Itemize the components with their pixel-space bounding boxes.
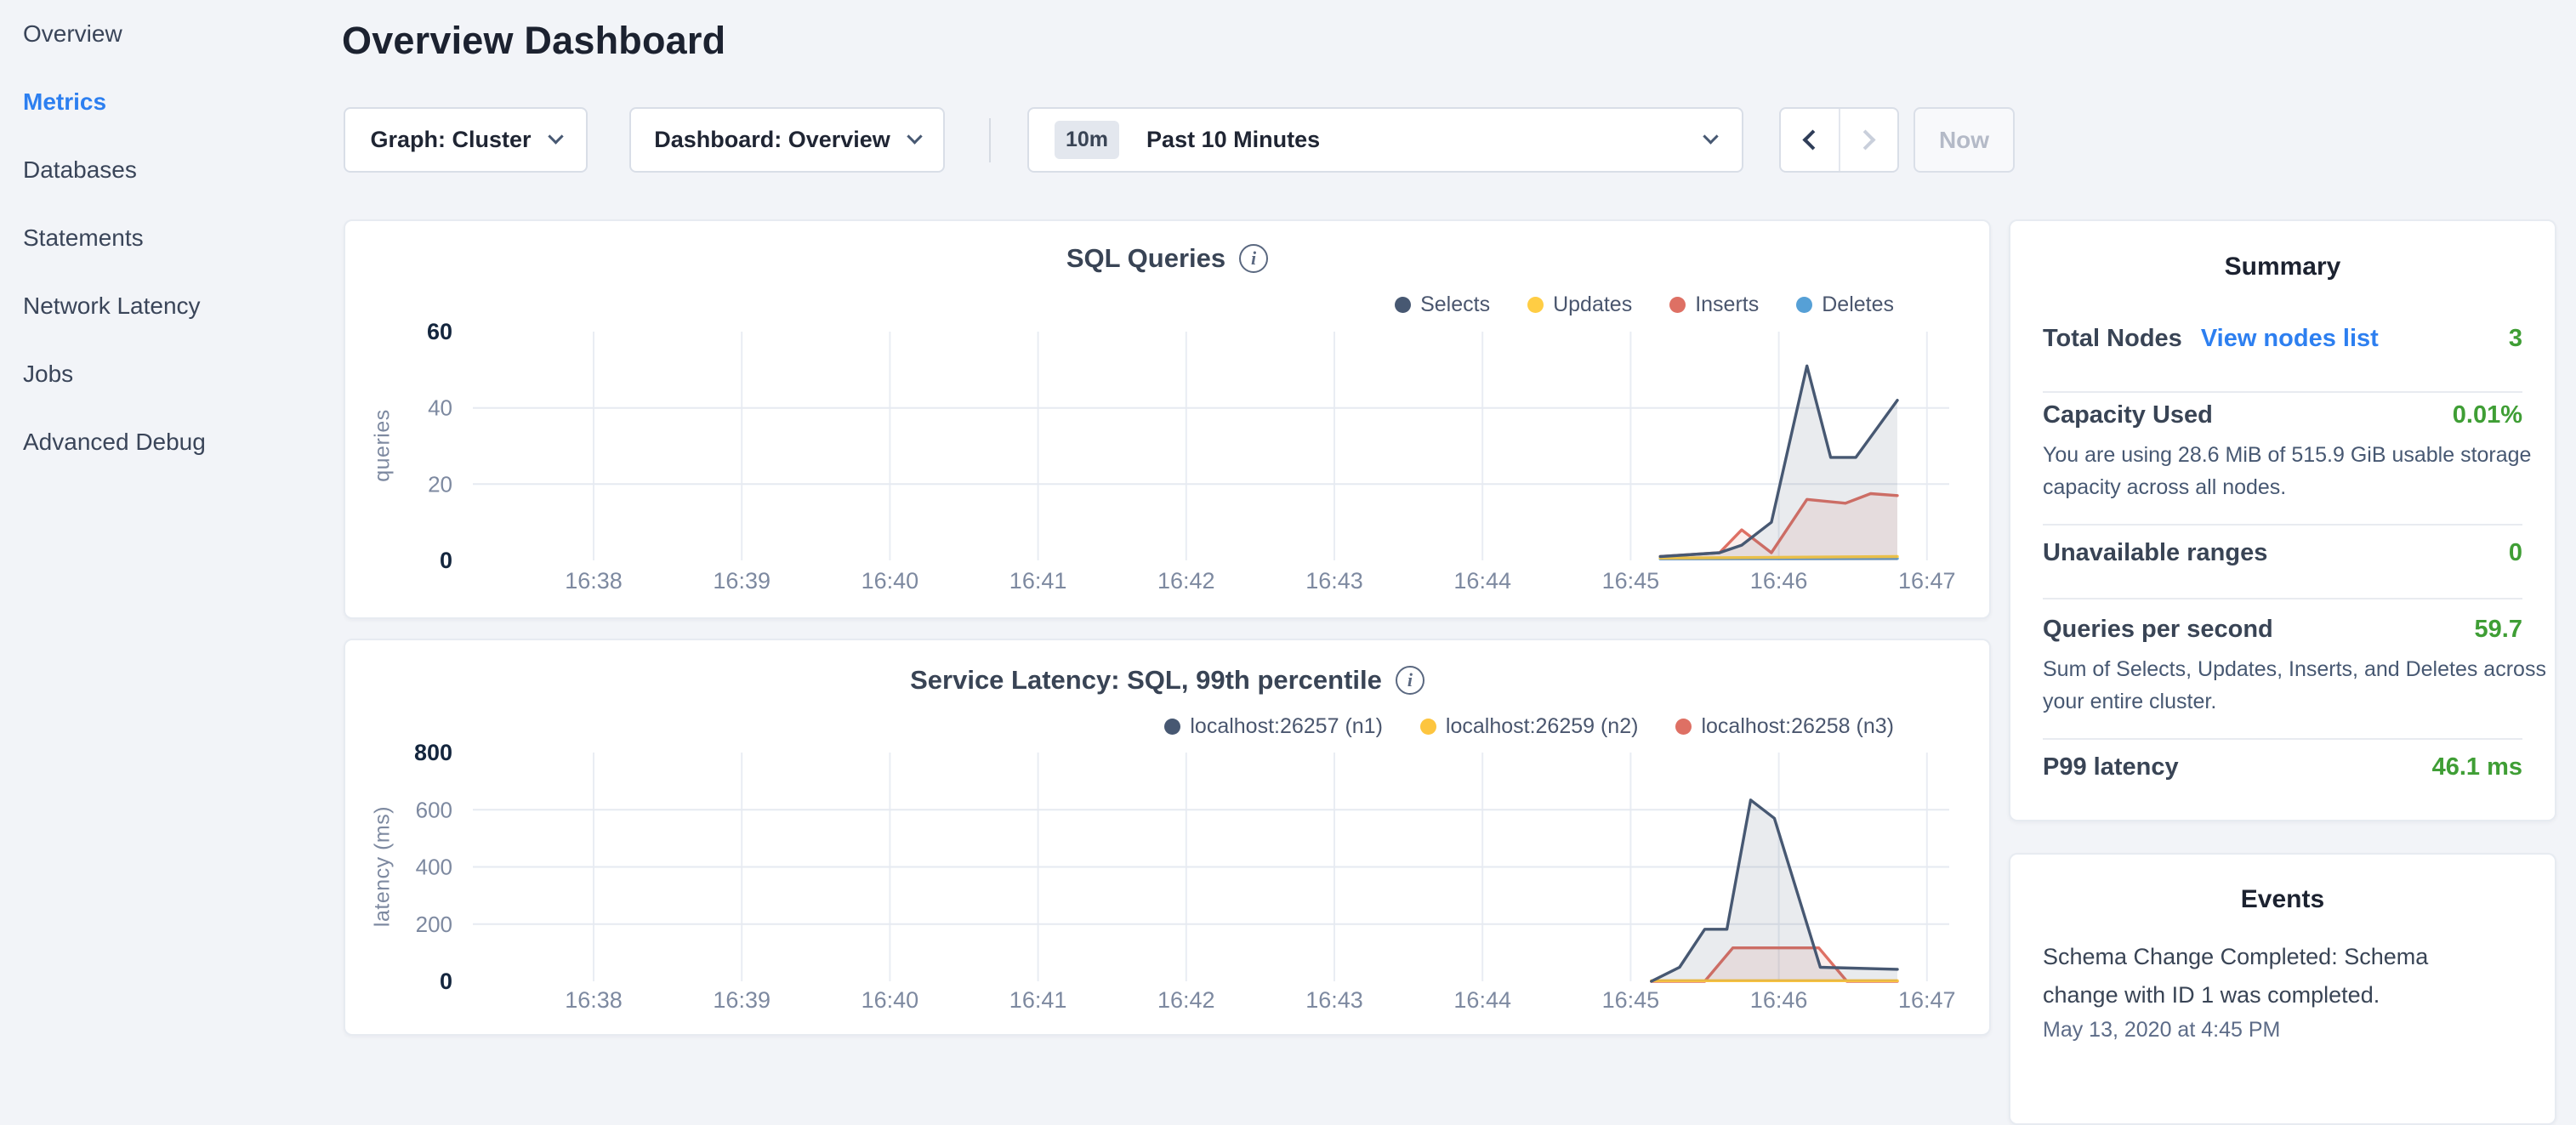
summary-panel: Summary Total Nodes View nodes list 3 Ca… bbox=[2009, 219, 2556, 821]
summary-label: Unavailable ranges bbox=[2043, 539, 2267, 567]
time-window-label: Past 10 Minutes bbox=[1146, 127, 1320, 153]
summary-value: 0.01% bbox=[2453, 401, 2522, 429]
y-tick-label: 600 bbox=[416, 797, 452, 822]
chevron-down-icon bbox=[1703, 128, 1718, 144]
y-tick-label: 40 bbox=[428, 395, 452, 421]
time-window-badge: 10m bbox=[1055, 121, 1119, 159]
dashboard-selector-dropdown[interactable]: Dashboard: Overview bbox=[629, 107, 945, 173]
sidebar-item-jobs[interactable]: Jobs bbox=[0, 340, 323, 408]
x-tick-label: 16:46 bbox=[1750, 568, 1808, 594]
time-window-dropdown[interactable]: 10m Past 10 Minutes bbox=[1027, 107, 1743, 173]
chevron-left-icon bbox=[1803, 129, 1823, 150]
service-latency-chart-card: Service Latency: SQL, 99th percentile i … bbox=[344, 639, 1991, 1036]
sidebar: Overview Metrics Databases Statements Ne… bbox=[0, 0, 323, 1051]
next-range-button[interactable] bbox=[1840, 109, 1898, 171]
x-tick-label: 16:38 bbox=[565, 568, 623, 594]
y-tick-label: 200 bbox=[416, 912, 452, 937]
events-title: Events bbox=[2010, 885, 2555, 914]
summary-label: P99 latency bbox=[2043, 753, 2179, 781]
x-tick-label: 16:46 bbox=[1750, 987, 1808, 1013]
summary-value: 3 bbox=[2509, 325, 2522, 353]
x-tick-label: 16:39 bbox=[713, 987, 771, 1013]
view-nodes-list-link[interactable]: View nodes list bbox=[2201, 325, 2379, 353]
divider bbox=[2043, 391, 2522, 393]
event-message[interactable]: Schema Change Completed: Schema change w… bbox=[2043, 938, 2451, 1014]
sidebar-item-metrics[interactable]: Metrics bbox=[0, 68, 323, 136]
x-tick-label: 16:43 bbox=[1305, 568, 1363, 594]
x-tick-label: 16:40 bbox=[862, 987, 919, 1013]
divider bbox=[2043, 598, 2522, 599]
summary-row-total-nodes: Total Nodes View nodes list 3 bbox=[2043, 325, 2522, 353]
chevron-down-icon bbox=[907, 128, 922, 144]
y-tick-label: 800 bbox=[414, 740, 452, 765]
summary-row-p99-latency: P99 latency 46.1 ms bbox=[2043, 753, 2522, 781]
summary-description: Sum of Selects, Updates, Inserts, and De… bbox=[2043, 653, 2553, 718]
summary-value: 0 bbox=[2509, 539, 2522, 567]
x-tick-label: 16:38 bbox=[565, 987, 623, 1013]
x-tick-label: 16:45 bbox=[1602, 987, 1660, 1013]
sidebar-item-network-latency[interactable]: Network Latency bbox=[0, 272, 323, 340]
y-tick-label: 400 bbox=[416, 855, 452, 880]
summary-label: Total Nodes bbox=[2043, 325, 2182, 353]
sql-queries-chart-card: SQL Queries i SelectsUpdatesInsertsDelet… bbox=[344, 219, 1991, 619]
x-tick-label: 16:39 bbox=[713, 568, 771, 594]
x-tick-label: 16:44 bbox=[1453, 987, 1511, 1013]
summary-row-unavailable-ranges: Unavailable ranges 0 bbox=[2043, 539, 2522, 567]
x-tick-label: 16:41 bbox=[1009, 568, 1067, 594]
x-tick-label: 16:47 bbox=[1898, 568, 1956, 594]
sql-queries-chart[interactable]: 16:38 16:39 16:40 16:41 16:42 16:43 16:44 16:45… bbox=[345, 221, 1993, 621]
x-tick-label: 16:41 bbox=[1009, 987, 1067, 1013]
sidebar-item-overview[interactable]: Overview bbox=[0, 0, 323, 68]
events-panel: Events Schema Change Completed: Schema c… bbox=[2009, 853, 2556, 1125]
summary-value: 59.7 bbox=[2475, 616, 2522, 644]
prev-range-button[interactable] bbox=[1781, 109, 1840, 171]
event-timestamp: May 13, 2020 at 4:45 PM bbox=[2043, 1018, 2280, 1043]
summary-title: Summary bbox=[2010, 253, 2555, 281]
x-tick-label: 16:40 bbox=[862, 568, 919, 594]
summary-description: You are using 28.6 MiB of 515.9 GiB usab… bbox=[2043, 439, 2553, 503]
chevron-down-icon bbox=[548, 128, 563, 144]
sidebar-item-advanced-debug[interactable]: Advanced Debug bbox=[0, 408, 323, 476]
chevron-right-icon bbox=[1855, 129, 1875, 150]
x-tick-label: 16:44 bbox=[1453, 568, 1511, 594]
sidebar-item-databases[interactable]: Databases bbox=[0, 136, 323, 204]
dashboard-selector-label: Dashboard: Overview bbox=[654, 127, 890, 153]
summary-label: Queries per second bbox=[2043, 616, 2273, 644]
now-button[interactable]: Now bbox=[1914, 107, 2015, 173]
service-latency-chart[interactable]: 16:38 16:39 16:40 16:41 16:42 16:43 16:44 16:45… bbox=[345, 640, 1993, 1037]
x-tick-label: 16:42 bbox=[1157, 987, 1215, 1013]
summary-row-queries-per-second: Queries per second 59.7 bbox=[2043, 616, 2522, 644]
x-tick-label: 16:43 bbox=[1305, 987, 1363, 1013]
x-tick-label: 16:42 bbox=[1157, 568, 1215, 594]
summary-value: 46.1 ms bbox=[2432, 753, 2522, 781]
sidebar-item-statements[interactable]: Statements bbox=[0, 204, 323, 272]
x-tick-label: 16:45 bbox=[1602, 568, 1660, 594]
graph-selector-dropdown[interactable]: Graph: Cluster bbox=[344, 107, 588, 173]
controls-divider bbox=[989, 118, 991, 162]
y-tick-label: 60 bbox=[427, 319, 452, 344]
y-tick-label: 20 bbox=[428, 471, 452, 497]
divider bbox=[2043, 524, 2522, 526]
graph-selector-label: Graph: Cluster bbox=[370, 127, 531, 153]
y-tick-label: 0 bbox=[440, 969, 452, 994]
page-title: Overview Dashboard bbox=[342, 19, 725, 63]
y-tick-label: 0 bbox=[440, 548, 452, 573]
summary-label: Capacity Used bbox=[2043, 401, 2213, 429]
divider bbox=[2043, 738, 2522, 740]
time-range-arrows bbox=[1779, 107, 1899, 173]
x-tick-label: 16:47 bbox=[1898, 987, 1956, 1013]
summary-row-capacity-used: Capacity Used 0.01% bbox=[2043, 401, 2522, 429]
